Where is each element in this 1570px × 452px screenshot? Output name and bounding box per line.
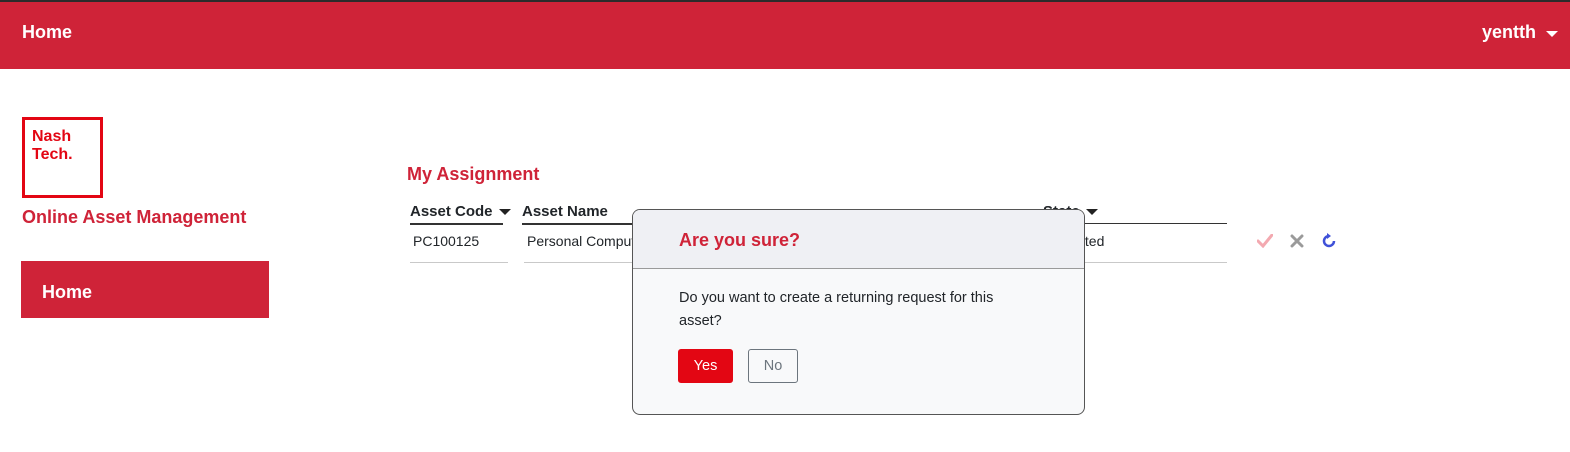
row-actions [1256,232,1338,250]
dialog-header: Are you sure? [633,210,1084,269]
page-header-title: Home [22,22,73,42]
sidebar-item-home[interactable]: Home [21,261,269,318]
chevron-down-icon [1546,31,1558,37]
app-name: Online Asset Management [22,207,247,227]
no-button[interactable]: No [748,349,798,383]
username-label: yentth [1482,22,1536,42]
table-cell-asset-name: Personal Computer [524,233,632,263]
column-header-asset-name[interactable]: Asset Name [522,203,632,225]
sort-caret-icon [498,209,511,216]
column-header-asset-code[interactable]: Asset Code [410,203,511,225]
refresh-icon[interactable] [1320,232,1338,250]
page-title: My Assignment [407,164,540,184]
yes-button[interactable]: Yes [678,349,733,383]
check-icon[interactable] [1256,232,1274,250]
user-menu[interactable]: yentth [1482,22,1558,43]
close-icon[interactable] [1288,232,1306,250]
confirm-dialog: Are you sure? Do you want to create a re… [632,209,1085,415]
nashtech-logo: Nash Tech. [22,117,103,198]
logo-text-line2: Tech. [32,146,73,163]
table-cell-asset-code: PC100125 [410,233,508,263]
dialog-message: Do you want to create a returning reques… [679,290,994,329]
column-header-label: Asset Code [410,203,493,220]
top-navbar: Home yentth [0,0,1570,69]
sort-caret-icon [1085,209,1098,216]
logo-text-line1: Nash [32,128,72,145]
column-header-label: Asset Name [522,203,608,220]
dialog-title: Are you sure? [679,230,801,250]
